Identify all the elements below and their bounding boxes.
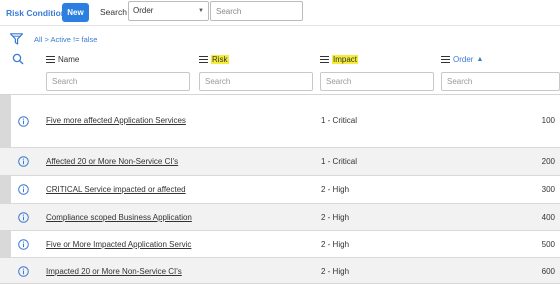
breadcrumb-all-link[interactable]: All [34,35,42,44]
row-order: 400 [541,213,555,222]
filter-icon[interactable] [10,33,23,45]
chevron-down-icon: ▼ [198,8,204,14]
breadcrumb: All > Active != false [34,35,97,44]
row-impact: 2 - High [321,267,350,276]
row-impact: 2 - High [321,185,350,194]
sort-ascending-icon[interactable]: ▲ [476,56,483,63]
column-header-risk[interactable]: Risk [199,55,229,64]
column-header-order[interactable]: Order ▲ [441,55,483,64]
order-search-input[interactable] [441,72,560,91]
info-icon[interactable] [18,266,29,277]
table-row: Affected 20 or More Non-Service CI's 1 -… [0,148,560,176]
row-impact: 2 - High [321,213,350,222]
row-name-link[interactable]: CRITICAL Service impacted or affected [46,185,186,194]
row-name-link[interactable]: Impacted 20 or More Non-Service CI's [46,267,182,276]
info-icon[interactable] [18,184,29,195]
name-search-input[interactable] [46,72,190,91]
table-row: Impacted 20 or More Non-Service CI's 2 -… [0,258,560,284]
info-icon[interactable] [18,212,29,223]
row-impact: 1 - Critical [321,157,358,166]
table-row: CRITICAL Service impacted or affected 2 … [0,176,560,204]
risk-search-input[interactable] [199,72,313,91]
info-icon[interactable] [18,239,29,250]
row-name-link[interactable]: Affected 20 or More Non-Service CI's [46,157,178,166]
row-order: 200 [541,157,555,166]
info-icon[interactable] [18,116,29,127]
column-header-label: Order [453,55,474,64]
row-name-link[interactable]: Five more affected Application Services [46,116,186,125]
table-row: Compliance scoped Business Application 2… [0,204,560,231]
search-field-select[interactable]: Order ▼ [128,1,209,21]
row-impact: 1 - Critical [321,116,358,125]
row-order: 500 [541,240,555,249]
row-order: 100 [541,116,555,125]
list-title[interactable]: Risk Conditions [6,8,71,18]
column-menu-icon[interactable] [46,56,55,63]
column-header-impact[interactable]: Impact [320,55,359,64]
column-search-row [0,69,560,95]
column-menu-icon[interactable] [441,56,450,63]
column-headers: Name Risk Impact Order ▲ [0,50,560,69]
row-name-link[interactable]: Five or More Impacted Application Servic [46,240,191,249]
row-impact: 2 - High [321,240,350,249]
row-order: 300 [541,185,555,194]
row-name-link[interactable]: Compliance scoped Business Application [46,213,192,222]
column-header-label: Name [58,55,80,64]
row-order: 600 [541,267,555,276]
info-icon[interactable] [18,156,29,167]
table-row: Five or More Impacted Application Servic… [0,231,560,258]
new-button[interactable]: New [62,3,89,22]
search-field-value: Order [133,6,154,15]
impact-search-input[interactable] [320,72,434,91]
column-menu-icon[interactable] [199,56,208,63]
search-icon[interactable] [12,53,24,65]
column-header-label: Impact [332,55,359,64]
column-header-label: Risk [211,55,229,64]
breadcrumb-separator: > [44,35,49,44]
search-input[interactable] [210,1,303,21]
column-menu-icon[interactable] [320,56,329,63]
table-row: Five more affected Application Services … [0,95,560,148]
list-header-bar: Risk Conditions New Search Order ▼ [0,0,560,26]
search-label: Search [100,7,127,17]
column-header-name[interactable]: Name [46,55,79,64]
breadcrumb-condition-link[interactable]: Active != false [51,35,98,44]
